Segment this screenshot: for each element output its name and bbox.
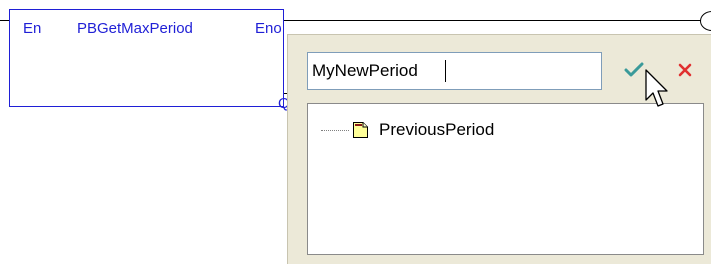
function-block-name: PBGetMaxPeriod [77, 20, 193, 37]
tree-connector-line [321, 129, 349, 131]
variable-name-input[interactable] [307, 52, 602, 90]
eno-output-wire [284, 20, 701, 21]
tree-item-label: PreviousPeriod [379, 120, 495, 139]
file-icon [353, 122, 368, 138]
function-block[interactable]: En PBGetMaxPeriod Eno Q [9, 9, 290, 112]
coil-symbol [700, 11, 711, 31]
cancel-button[interactable] [672, 55, 698, 85]
mouse-cursor-icon [645, 69, 668, 107]
variable-tree[interactable]: PreviousPeriod [307, 103, 704, 255]
en-input-wire [0, 20, 9, 21]
check-icon [624, 62, 644, 77]
ladder-editor-canvas: En PBGetMaxPeriod Eno Q MyNewPeriod Prev… [0, 0, 711, 264]
en-pin-label: En [23, 20, 42, 37]
text-caret [445, 60, 446, 82]
eno-pin-label: Eno [255, 20, 282, 37]
tree-item[interactable]: PreviousPeriod [321, 118, 494, 142]
close-icon [678, 63, 692, 77]
